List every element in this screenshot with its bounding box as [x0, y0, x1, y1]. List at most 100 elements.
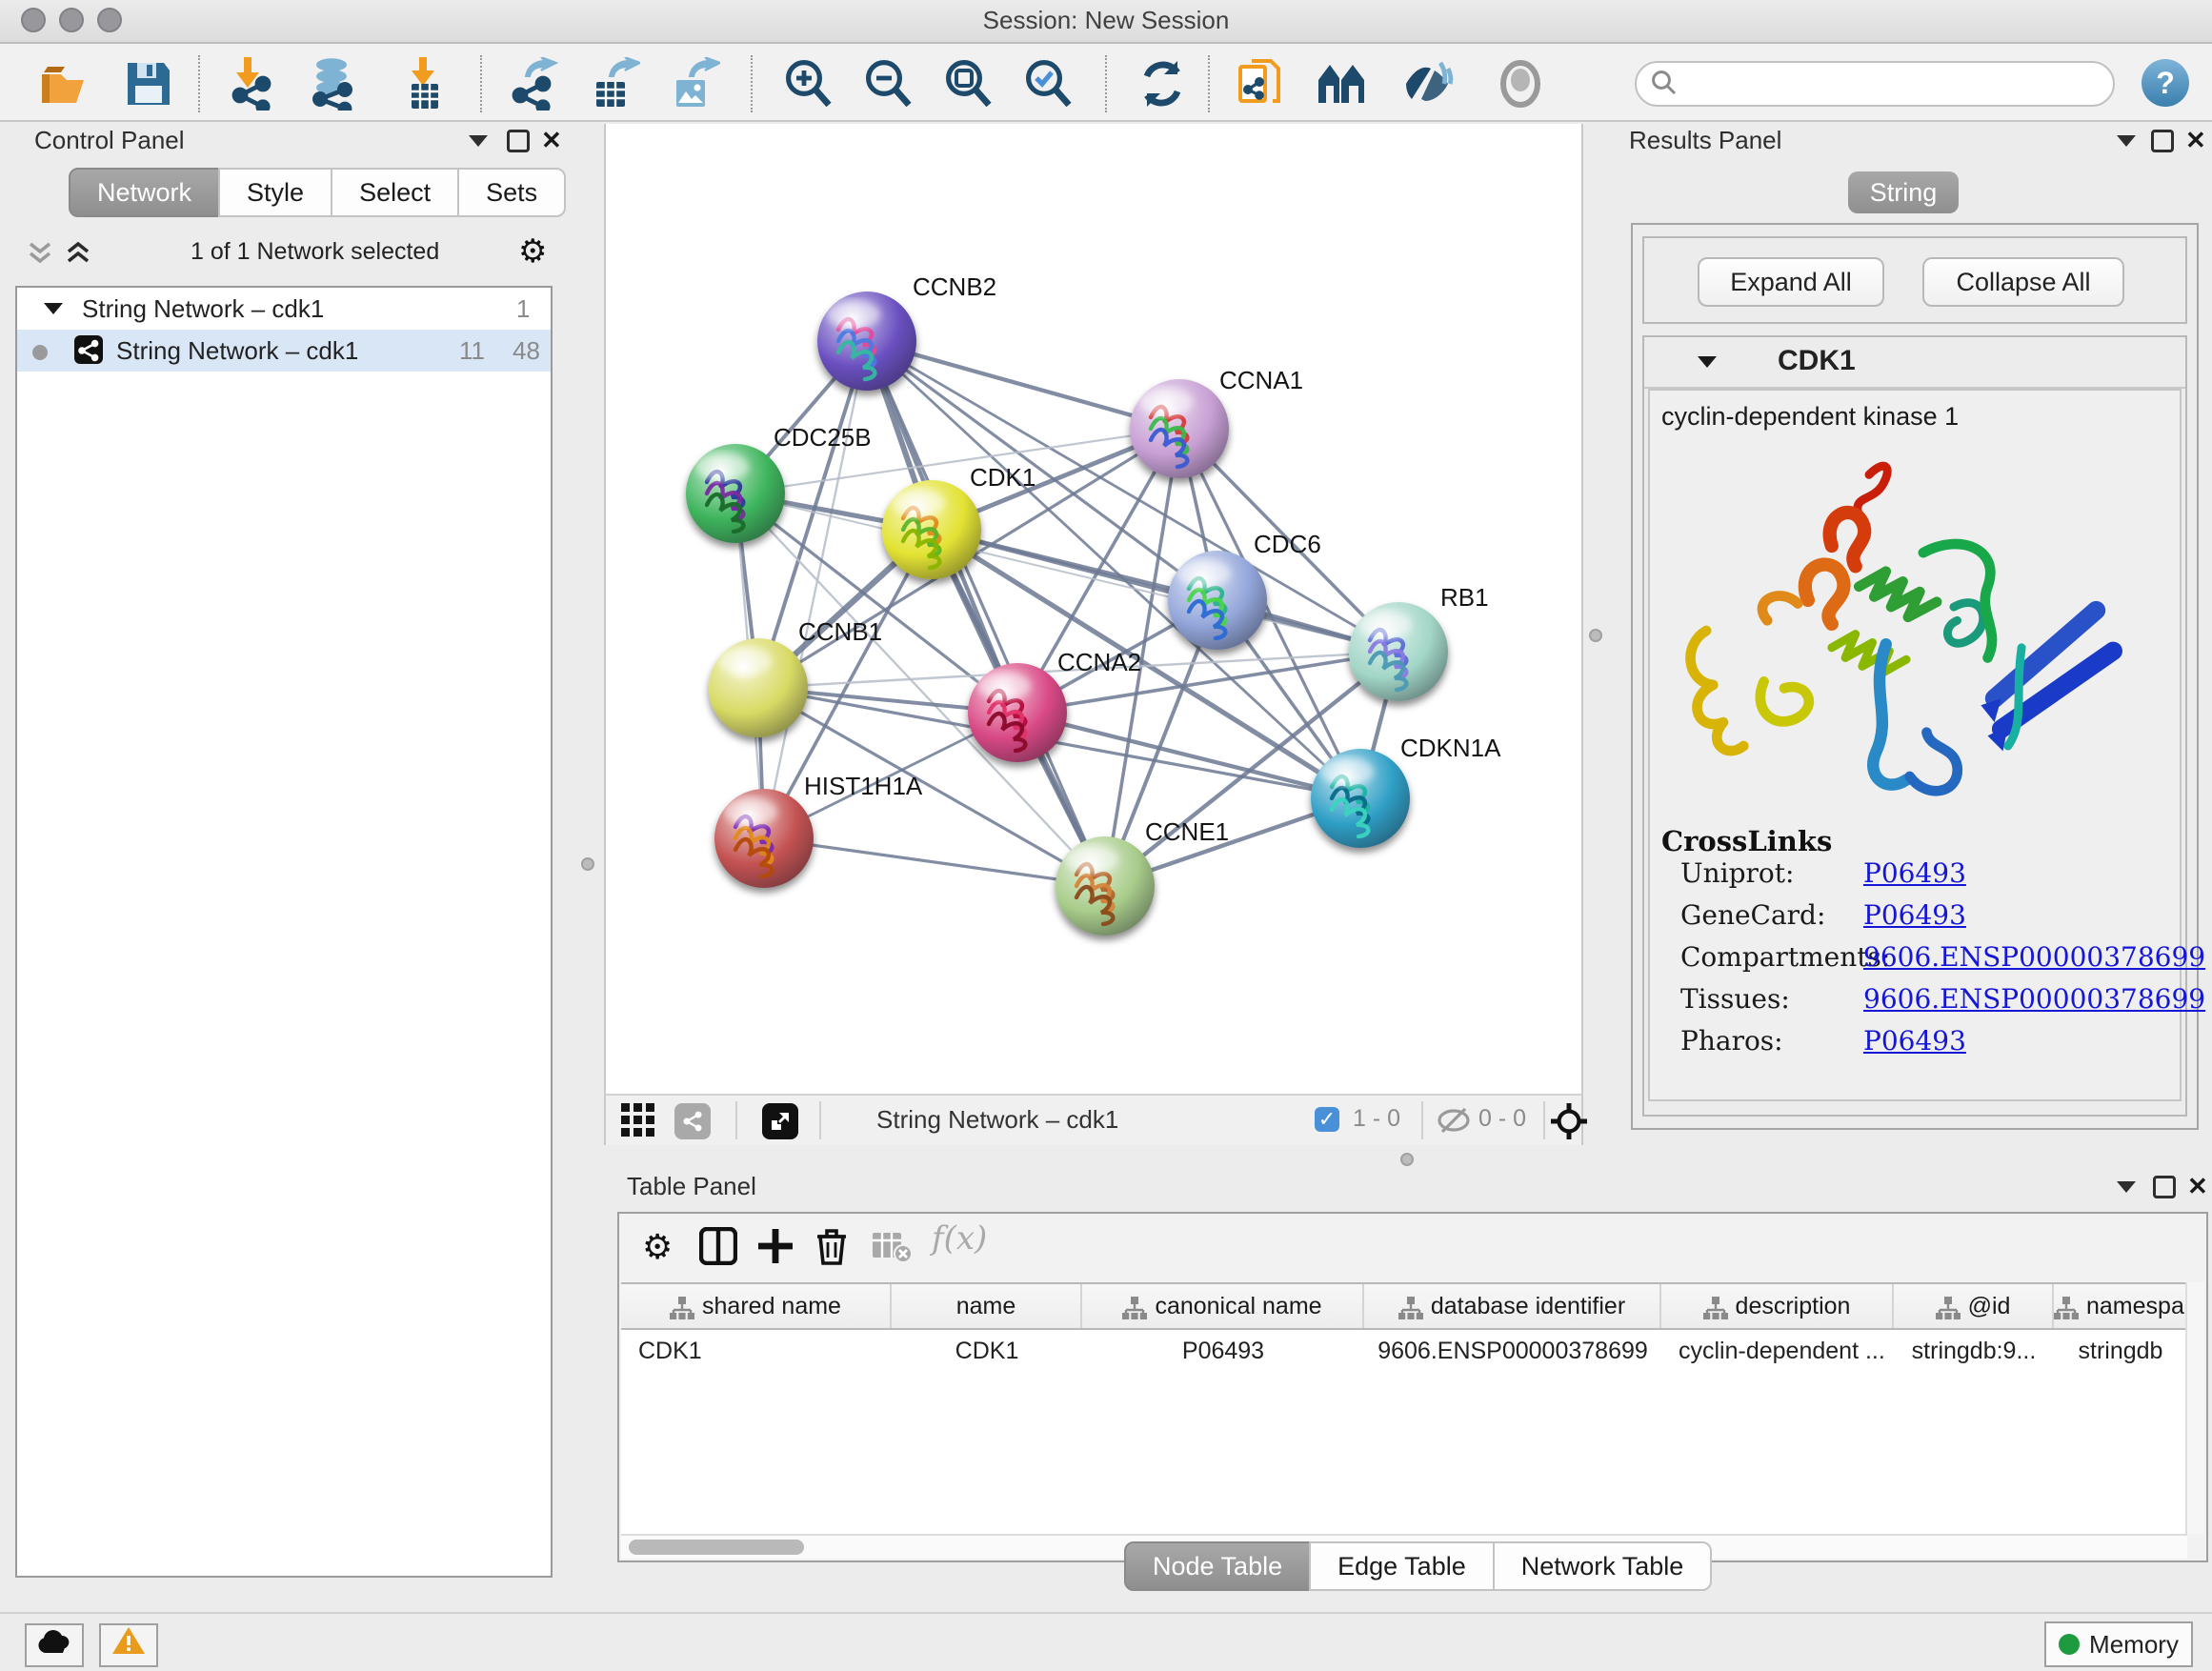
- network-node-CDC6[interactable]: CDC6: [1168, 530, 1321, 650]
- status-bar: Memory: [0, 1612, 2212, 1671]
- collapse-all-button[interactable]: Collapse All: [1922, 257, 2124, 307]
- chevron-double-down-icon[interactable]: [27, 240, 53, 267]
- vertical-splitter-handle[interactable]: [1589, 629, 1602, 642]
- column-header[interactable]: shared name: [621, 1284, 892, 1328]
- column-header[interactable]: database identifier: [1364, 1284, 1661, 1328]
- detach-view-icon[interactable]: [762, 1103, 798, 1139]
- network-node-CCNB1[interactable]: CCNB1: [709, 617, 882, 737]
- network-node-CDK1[interactable]: CDK1: [882, 463, 1036, 579]
- export-table-icon[interactable]: [587, 57, 640, 111]
- table-row[interactable]: CDK1 CDK1 P06493 9606.ENSP00000378699 cy…: [621, 1330, 2187, 1374]
- zoom-out-icon[interactable]: [861, 57, 915, 111]
- open-session-icon[interactable]: [38, 57, 91, 111]
- duplicate-network-icon[interactable]: [1235, 57, 1288, 111]
- add-column-icon[interactable]: [756, 1227, 794, 1265]
- memory-button[interactable]: Memory: [2044, 1621, 2193, 1667]
- zoom-fit-icon[interactable]: [941, 57, 995, 111]
- tab-select[interactable]: Select: [331, 168, 459, 217]
- help-icon[interactable]: ?: [2142, 59, 2189, 107]
- tab-string[interactable]: String: [1848, 171, 1959, 213]
- float-panel-icon[interactable]: [2151, 130, 2174, 152]
- tab-sets[interactable]: Sets: [457, 168, 566, 217]
- network-row[interactable]: String Network – cdk1 11 48: [17, 330, 551, 372]
- export-image-icon[interactable]: [667, 57, 720, 111]
- close-panel-icon[interactable]: ✕: [2185, 130, 2206, 151]
- toolbar-separator: [1421, 1101, 1423, 1139]
- column-header[interactable]: namespace: [2054, 1284, 2187, 1328]
- close-panel-icon[interactable]: ✕: [2187, 1176, 2208, 1197]
- column-header[interactable]: canonical name: [1082, 1284, 1364, 1328]
- network-node-CDC25B[interactable]: CDC25B: [686, 423, 872, 543]
- close-panel-icon[interactable]: ✕: [541, 130, 562, 151]
- save-session-icon[interactable]: [122, 57, 175, 111]
- collection-expand-icon[interactable]: [44, 303, 63, 314]
- import-network-database-icon[interactable]: [305, 57, 358, 111]
- collapse-panel-icon[interactable]: [469, 135, 488, 147]
- protein-section-header[interactable]: CDK1: [1644, 337, 2185, 389]
- network-node-RB1[interactable]: RB1: [1349, 583, 1489, 701]
- import-table-file-icon[interactable]: [396, 57, 450, 111]
- column-header[interactable]: @id: [1894, 1284, 2054, 1328]
- crosslink-link[interactable]: P06493: [1863, 857, 1966, 889]
- chevron-double-up-icon[interactable]: [65, 240, 91, 267]
- cell-id: stringdb:9...: [1894, 1330, 2054, 1372]
- show-columns-icon[interactable]: [699, 1227, 737, 1265]
- crosslinks-title: CrossLinks: [1661, 825, 1832, 857]
- column-header[interactable]: description: [1661, 1284, 1894, 1328]
- table-gear-icon[interactable]: ⚙: [642, 1227, 673, 1267]
- birds-eye-toggle-icon[interactable]: [1551, 1103, 1587, 1139]
- warnings-button[interactable]: [99, 1623, 158, 1667]
- control-panel-title: Control Panel: [34, 126, 185, 155]
- gear-icon[interactable]: ⚙: [518, 232, 547, 271]
- table-vertical-scrollbar[interactable]: [2185, 1282, 2204, 1534]
- crosslink-link[interactable]: P06493: [1863, 899, 1966, 931]
- results-panel: Results Panel ✕ String Expand All Collap…: [1616, 120, 2212, 1149]
- table-empty-area: [621, 1370, 2187, 1534]
- network-graph[interactable]: CCNB2CCNA1CDC25BCDK1CDC6RB1CCNB1CCNA2CDK…: [606, 124, 1585, 1094]
- birds-eye-view-icon[interactable]: [1494, 57, 1547, 111]
- tab-edge-table[interactable]: Edge Table: [1309, 1541, 1495, 1591]
- grid-view-icon[interactable]: [621, 1103, 655, 1137]
- section-expand-icon[interactable]: [1698, 356, 1717, 368]
- tab-network[interactable]: Network: [69, 168, 220, 217]
- search-input[interactable]: [1686, 65, 2103, 103]
- graphics-details-icon[interactable]: [1402, 57, 1456, 111]
- network-node-HIST1H1A[interactable]: HIST1H1A: [714, 772, 923, 888]
- tab-style[interactable]: Style: [218, 168, 332, 217]
- search-box[interactable]: [1635, 61, 2115, 107]
- export-network-icon[interactable]: [507, 57, 560, 111]
- first-neighbors-icon[interactable]: [1315, 57, 1368, 111]
- delete-column-icon[interactable]: [814, 1227, 850, 1265]
- vertical-splitter-handle[interactable]: [581, 857, 594, 871]
- crosslink-link[interactable]: 9606.ENSP00000378699: [1863, 941, 2205, 973]
- tab-network-table[interactable]: Network Table: [1493, 1541, 1713, 1591]
- network-view-mode-icon[interactable]: [674, 1103, 711, 1139]
- cell-canonical-name: P06493: [1082, 1330, 1364, 1372]
- scrollbar-thumb[interactable]: [629, 1540, 804, 1555]
- float-panel-icon[interactable]: [507, 130, 530, 152]
- collapse-panel-icon[interactable]: [2117, 1181, 2136, 1193]
- selected-checkbox-icon[interactable]: ✓: [1315, 1107, 1339, 1132]
- network-canvas[interactable]: CCNB2CCNA1CDC25BCDK1CDC6RB1CCNB1CCNA2CDK…: [604, 124, 1583, 1094]
- apply-layout-icon[interactable]: [1136, 57, 1189, 111]
- network-collection-row[interactable]: String Network – cdk1 1: [17, 288, 551, 330]
- cloud-button[interactable]: [25, 1623, 84, 1667]
- horizontal-splitter-handle[interactable]: [1400, 1153, 1414, 1166]
- network-node-CCNA1[interactable]: CCNA1: [1130, 366, 1303, 478]
- tab-node-table[interactable]: Node Table: [1124, 1541, 1311, 1591]
- toolbar-separator: [819, 1101, 821, 1139]
- zoom-in-icon[interactable]: [781, 57, 835, 111]
- network-selector-bar: 1 of 1 Network selected ⚙: [15, 232, 553, 274]
- crosslink-link[interactable]: 9606.ENSP00000378699: [1863, 983, 2205, 1015]
- crosslink-link[interactable]: P06493: [1863, 1025, 1966, 1057]
- node-table: shared name name canonical name database…: [621, 1282, 2187, 1374]
- hidden-eye-icon: [1437, 1107, 1471, 1134]
- float-panel-icon[interactable]: [2153, 1176, 2176, 1198]
- import-network-file-icon[interactable]: [225, 57, 278, 111]
- collapse-panel-icon[interactable]: [2117, 135, 2136, 147]
- column-header[interactable]: name: [892, 1284, 1082, 1328]
- network-node-CCNB2[interactable]: CCNB2: [817, 272, 996, 391]
- network-node-CDKN1A[interactable]: CDKN1A: [1311, 734, 1501, 848]
- zoom-selected-icon[interactable]: [1021, 57, 1075, 111]
- expand-all-button[interactable]: Expand All: [1698, 257, 1884, 307]
